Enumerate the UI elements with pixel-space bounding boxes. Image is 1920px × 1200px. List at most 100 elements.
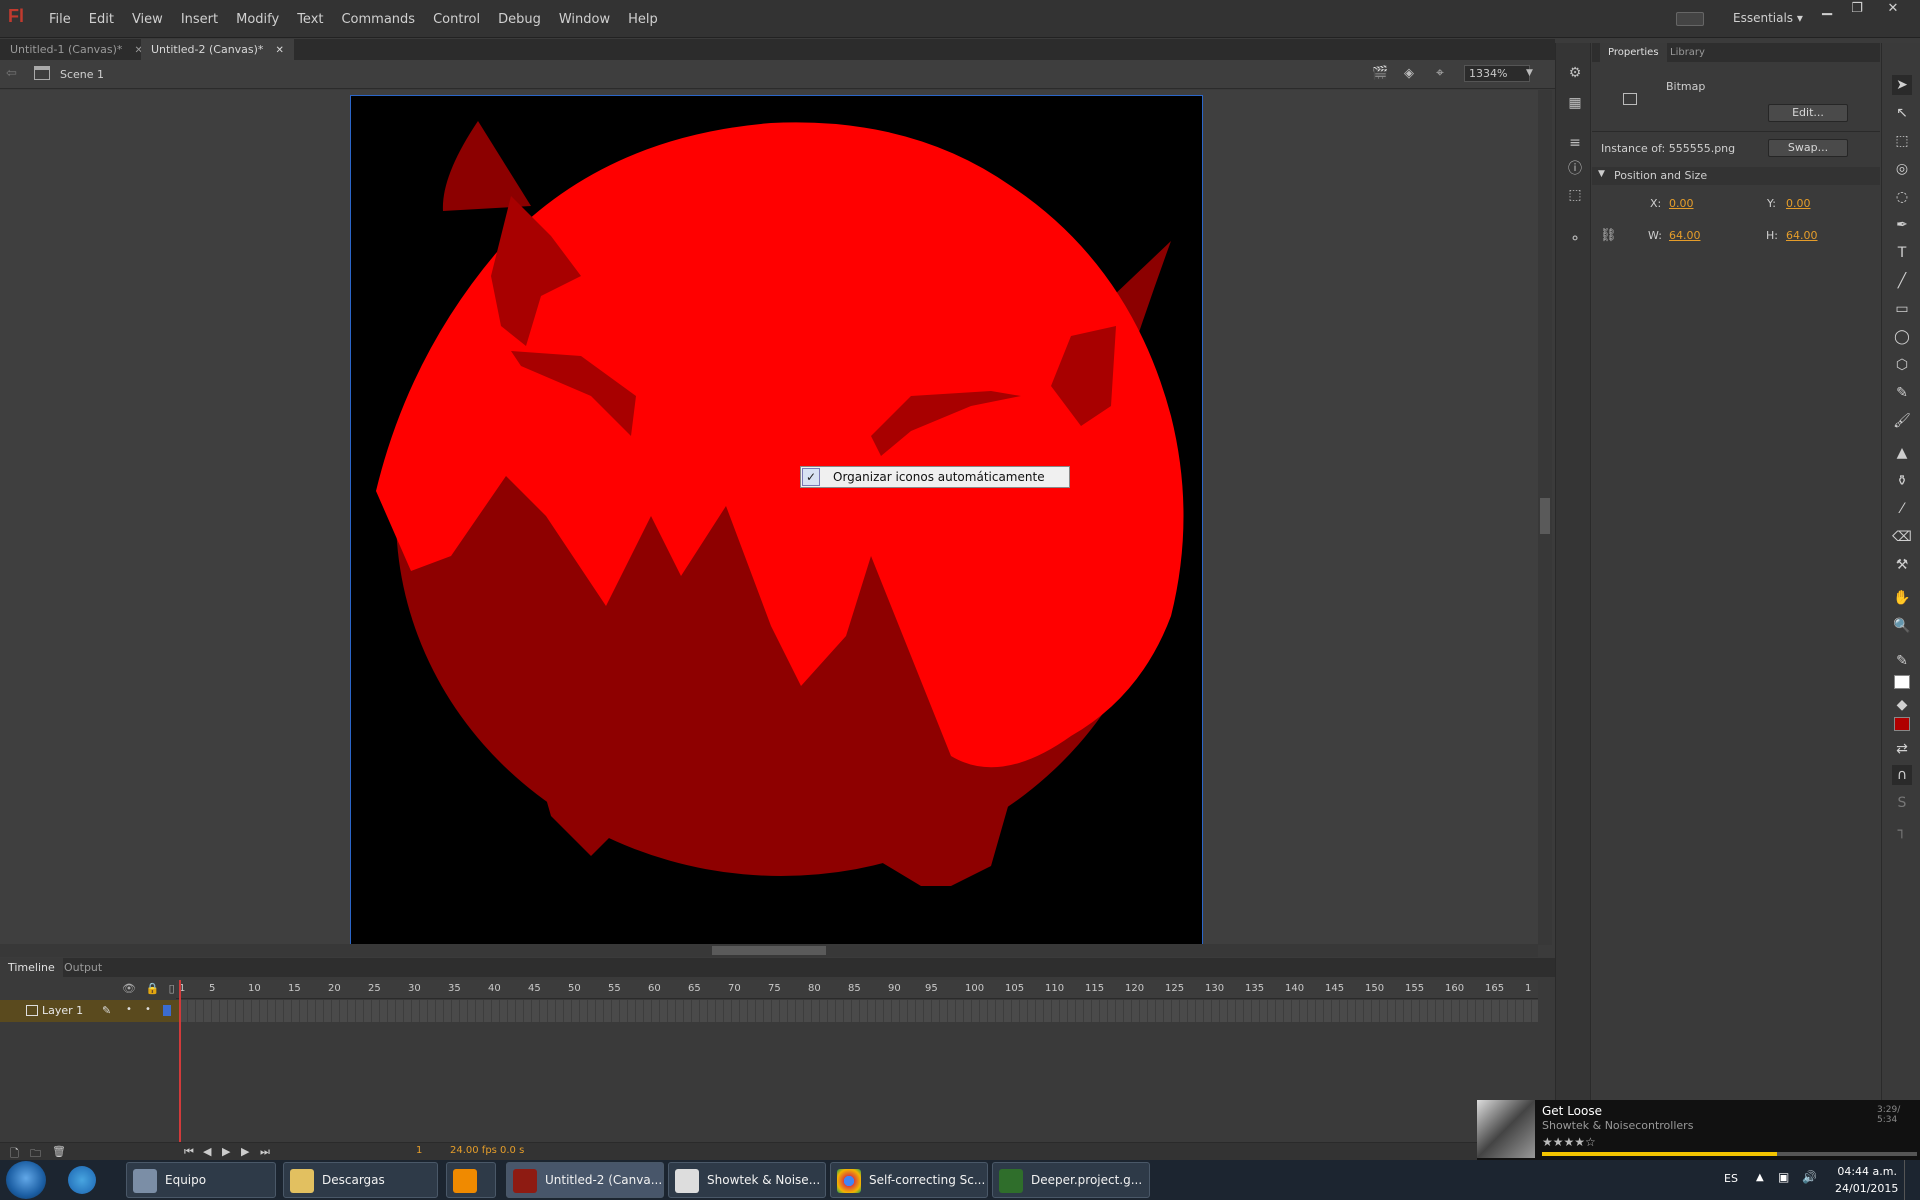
stage-canvas[interactable]: [350, 95, 1203, 945]
menu-view[interactable]: View: [123, 12, 172, 27]
swap-colors-icon[interactable]: ⇄: [1892, 739, 1912, 759]
position-size-section[interactable]: ▼ Position and Size: [1592, 167, 1880, 185]
taskbar-chrome[interactable]: Self-correcting Sc...: [830, 1162, 988, 1198]
smooth-icon[interactable]: S: [1892, 793, 1912, 813]
frame-track[interactable]: [180, 1000, 1538, 1022]
taskbar-music[interactable]: Showtek & Noise...: [668, 1162, 826, 1198]
3d-rotation-tool-icon[interactable]: ◎: [1892, 159, 1912, 179]
pencil-tool-icon[interactable]: ✎: [1892, 383, 1912, 403]
y-value[interactable]: 0.00: [1786, 197, 1811, 210]
show-hidden-icons-icon[interactable]: ▲: [1756, 1172, 1764, 1183]
context-menu-item[interactable]: Organizar iconos automáticamente: [833, 467, 1045, 487]
polystar-tool-icon[interactable]: ⬡: [1892, 355, 1912, 375]
swap-button[interactable]: Swap...: [1768, 139, 1848, 157]
minimize-icon[interactable]: ▁: [1812, 0, 1842, 18]
align-icon[interactable]: ≡: [1565, 133, 1585, 153]
rectangle-tool-icon[interactable]: ▭: [1892, 299, 1912, 319]
center-stage-icon[interactable]: ⌖: [1436, 65, 1444, 81]
tab-untitled-2[interactable]: Untitled-2 (Canvas)* ✕: [141, 39, 294, 60]
eraser-tool-icon[interactable]: ⌫: [1892, 527, 1912, 547]
vertical-scrollbar[interactable]: [1538, 90, 1552, 945]
stroke-color-swatch[interactable]: [1894, 675, 1910, 689]
layer-row[interactable]: Layer 1 ✎ • •: [0, 1000, 180, 1022]
w-value[interactable]: 64.00: [1669, 229, 1701, 242]
step-back-icon[interactable]: ◀: [203, 1145, 211, 1158]
x-value[interactable]: 0.00: [1669, 197, 1694, 210]
back-arrow-icon[interactable]: ⇦: [6, 66, 17, 81]
fill-color-swatch[interactable]: [1894, 717, 1910, 731]
paint-bucket-tool-icon[interactable]: ▲: [1892, 443, 1912, 463]
taskbar-flash[interactable]: Untitled-2 (Canva...: [506, 1162, 664, 1198]
tab-untitled-1[interactable]: Untitled-1 (Canvas)* ✕: [0, 39, 153, 60]
menu-file[interactable]: File: [40, 12, 80, 27]
network-icon[interactable]: ▣: [1778, 1170, 1789, 1184]
info-icon[interactable]: ⓘ: [1565, 159, 1585, 179]
color-swatches-icon[interactable]: ▦: [1565, 93, 1585, 113]
visibility-dot-icon[interactable]: •: [126, 1004, 132, 1015]
oval-tool-icon[interactable]: ◯: [1892, 327, 1912, 347]
clock-time[interactable]: 04:44 a.m.: [1835, 1165, 1897, 1178]
go-to-last-frame-icon[interactable]: ⏭: [260, 1145, 270, 1159]
straighten-icon[interactable]: ┐: [1892, 821, 1912, 841]
fps-value[interactable]: 24.00 fps: [450, 1145, 497, 1156]
collapse-triangle-icon[interactable]: ▼: [1598, 169, 1605, 179]
menu-text[interactable]: Text: [288, 12, 332, 27]
rating-stars[interactable]: ★★★★☆: [1542, 1135, 1596, 1149]
zoom-field[interactable]: 1334%: [1464, 65, 1530, 82]
go-to-first-frame-icon[interactable]: ⏮: [184, 1145, 194, 1159]
eyedropper-tool-icon[interactable]: ⁄: [1892, 499, 1912, 519]
start-button[interactable]: [6, 1161, 46, 1199]
vscroll-thumb[interactable]: [1540, 498, 1550, 534]
menu-help[interactable]: Help: [619, 12, 667, 27]
horizontal-scrollbar[interactable]: [0, 944, 1538, 957]
tab-library[interactable]: Library: [1662, 43, 1713, 62]
workspace-switcher[interactable]: Essentials ▾: [1733, 11, 1803, 25]
current-frame[interactable]: 1: [416, 1145, 422, 1156]
zoom-tool-icon[interactable]: 🔍: [1892, 616, 1912, 636]
subselection-tool-icon[interactable]: ↖: [1892, 103, 1912, 123]
tab-timeline[interactable]: Timeline: [0, 958, 63, 977]
delete-layer-icon[interactable]: 🗑: [52, 1145, 66, 1158]
line-tool-icon[interactable]: ╱: [1892, 271, 1912, 291]
outline-icon[interactable]: ▯: [169, 982, 175, 995]
tab-output[interactable]: Output: [56, 958, 110, 977]
play-icon[interactable]: ▶: [222, 1145, 230, 1158]
playhead[interactable]: [179, 980, 181, 1150]
hand-tool-icon[interactable]: ✋: [1892, 588, 1912, 608]
edit-symbols-icon[interactable]: ◈: [1404, 66, 1414, 81]
transform-icon[interactable]: ⬚: [1565, 185, 1585, 205]
free-transform-tool-icon[interactable]: ⬚: [1892, 131, 1912, 151]
restore-icon[interactable]: ❐: [1842, 0, 1872, 18]
menu-insert[interactable]: Insert: [172, 12, 227, 27]
menu-control[interactable]: Control: [424, 12, 489, 27]
edit-scene-icon[interactable]: 🎬: [1372, 66, 1388, 81]
menu-modify[interactable]: Modify: [227, 12, 288, 27]
text-tool-icon[interactable]: T: [1892, 243, 1912, 263]
layer-name[interactable]: Layer 1: [42, 1004, 83, 1017]
sync-settings-icon[interactable]: [1676, 12, 1704, 26]
taskbar-descargas[interactable]: Descargas: [283, 1162, 438, 1198]
hscroll-thumb[interactable]: [712, 946, 826, 955]
pen-tool-icon[interactable]: ✒: [1892, 215, 1912, 235]
close-tab-icon[interactable]: ✕: [275, 45, 283, 56]
edit-button[interactable]: Edit...: [1768, 104, 1848, 122]
lock-icon[interactable]: 🔒: [145, 982, 159, 995]
eye-icon[interactable]: 👁: [122, 982, 136, 995]
step-forward-icon[interactable]: ▶: [241, 1145, 249, 1158]
lock-dot-icon[interactable]: •: [145, 1004, 151, 1015]
frame-ruler[interactable]: 1 5 10 15 20 25 30 35 40 45 50 55 60 65 …: [176, 980, 1538, 999]
devil-bitmap[interactable]: [351, 96, 1203, 945]
outline-color-icon[interactable]: [163, 1005, 171, 1016]
selection-tool-icon[interactable]: ➤: [1892, 75, 1912, 95]
volume-icon[interactable]: 🔊: [1802, 1170, 1817, 1184]
menu-commands[interactable]: Commands: [332, 12, 424, 27]
menu-edit[interactable]: Edit: [80, 12, 123, 27]
bone-tool-icon[interactable]: ⚒: [1892, 555, 1912, 575]
close-icon[interactable]: ✕: [1878, 0, 1908, 18]
taskbar-media-player[interactable]: [446, 1162, 496, 1198]
tab-properties[interactable]: Properties: [1600, 43, 1667, 62]
lasso-tool-icon[interactable]: ◌: [1892, 187, 1912, 207]
link-icon[interactable]: ⛓: [1600, 228, 1617, 243]
brush-tool-icon[interactable]: 🖌: [1892, 411, 1912, 431]
zoom-dropdown-icon[interactable]: ▼: [1526, 65, 1540, 82]
